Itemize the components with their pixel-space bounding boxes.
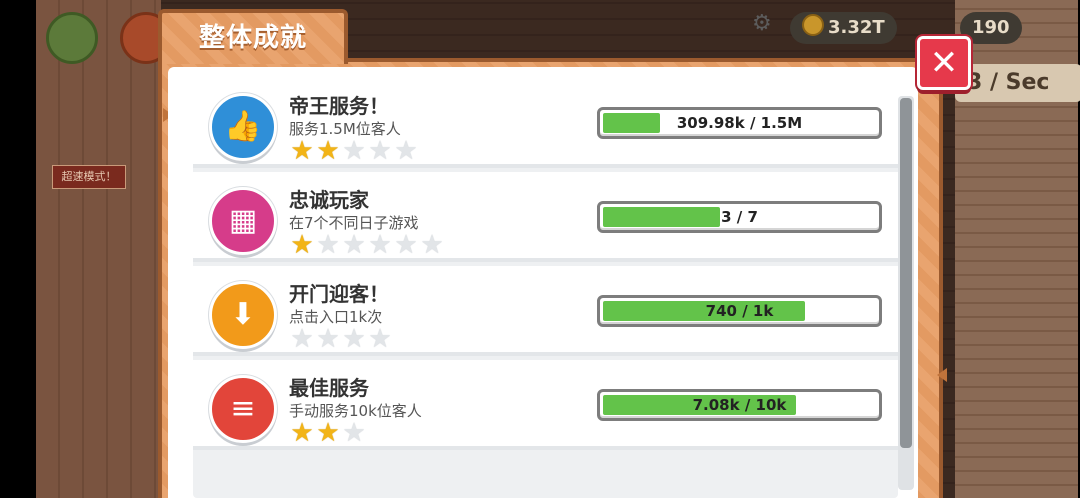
screen-edge-left	[0, 0, 36, 498]
icon-glyph: ⬇	[230, 297, 256, 332]
star-filled-icon: ★	[290, 136, 314, 166]
star-empty-icon: ★	[342, 324, 366, 354]
fast-serve-icon: ≡	[209, 375, 277, 443]
star-empty-icon: ★	[368, 324, 392, 354]
star-rating: ★ ★ ★ ★ ★	[289, 138, 419, 164]
achievement-list[interactable]: 👍 帝王服务！ 服务1.5M位客人 ★ ★ ★ ★ ★ 309.98k / 1.5M ▦ 忠诚玩家在…	[193, 78, 898, 498]
achievement-row[interactable]: 👍 帝王服务！ 服务1.5M位客人 ★ ★ ★ ★ ★ 309.98k / 1.5M	[193, 78, 898, 168]
calendar-icon: ▦	[209, 187, 277, 255]
star-empty-icon: ★	[316, 324, 340, 354]
achievement-title: 最佳服务	[289, 376, 369, 400]
achievement-title: 忠诚玩家	[289, 188, 369, 212]
achievement-title: 开门迎客！	[289, 282, 389, 306]
star-empty-icon: ★	[342, 136, 366, 166]
scrollbar-thumb[interactable]	[900, 98, 912, 448]
icon-glyph: ≡	[230, 391, 256, 426]
progress-text: 3 / 7	[721, 208, 758, 226]
icon-glyph: ▦	[228, 203, 258, 238]
star-empty-icon: ★	[342, 230, 366, 260]
progress-bar: 309.98k / 1.5M	[597, 107, 882, 139]
star-empty-icon: ★	[368, 230, 392, 260]
star-empty-icon: ★	[394, 230, 418, 260]
star-filled-icon: ★	[290, 230, 314, 260]
door-arrow-icon: ⬇	[209, 281, 277, 349]
achievement-row[interactable]: ≡ 最佳服务 手动服务10k位客人 ★ ★ ★ 7.08k / 10k	[193, 360, 898, 450]
gear-icon[interactable]: ⚙	[752, 13, 772, 35]
star-empty-icon: ★	[420, 230, 444, 260]
progress-text: 740 / 1k	[705, 302, 774, 320]
achievement-row[interactable]: ⬇ 开门迎客！ 点击入口1k次 ★ ★ ★ ★ 740 / 1k	[193, 266, 898, 356]
coin-counter: 3.32T	[790, 12, 897, 44]
thumbs-up-icon: 👍	[209, 93, 277, 161]
icon-glyph: 👍	[224, 109, 262, 144]
scrollbar[interactable]	[898, 96, 914, 490]
dialog-title-tab: 整体成就	[158, 9, 348, 64]
close-icon: ✕	[929, 43, 959, 83]
star-rating: ★ ★ ★	[289, 420, 367, 446]
progress-bar: 7.08k / 10k	[597, 389, 882, 421]
rate-display: 3 / Sec	[955, 64, 1080, 102]
coin-value: 3.32T	[828, 17, 885, 38]
star-rating: ★ ★ ★ ★ ★ ★	[289, 232, 445, 258]
dialog-title: 整体成就	[198, 23, 307, 53]
achievement-row[interactable]: ▦ 忠诚玩家 在7个不同日子游戏 ★ ★ ★ ★ ★ ★ 3 / 7	[193, 172, 898, 262]
progress-bar: 3 / 7	[597, 201, 882, 233]
star-empty-icon: ★	[368, 136, 392, 166]
progress-text: 7.08k / 10k	[692, 396, 787, 414]
left-wall	[36, 0, 161, 498]
star-empty-icon: ★	[394, 136, 418, 166]
mode-badge[interactable]: 超速模式！	[52, 165, 126, 189]
close-button[interactable]: ✕	[917, 36, 971, 90]
right-arrow-marker	[937, 368, 947, 382]
achievement-title: 帝王服务！	[289, 94, 389, 118]
coin-icon	[802, 14, 824, 36]
progress-bar: 740 / 1k	[597, 295, 882, 327]
star-rating: ★ ★ ★ ★	[289, 326, 393, 352]
gem-value: 190	[972, 17, 1010, 38]
star-empty-icon: ★	[316, 230, 340, 260]
progress-text: 309.98k / 1.5M	[676, 114, 803, 132]
star-empty-icon: ★	[290, 324, 314, 354]
star-empty-icon: ★	[342, 418, 366, 448]
star-filled-icon: ★	[316, 418, 340, 448]
star-filled-icon: ★	[290, 418, 314, 448]
star-filled-icon: ★	[316, 136, 340, 166]
map-icon[interactable]	[46, 12, 98, 64]
